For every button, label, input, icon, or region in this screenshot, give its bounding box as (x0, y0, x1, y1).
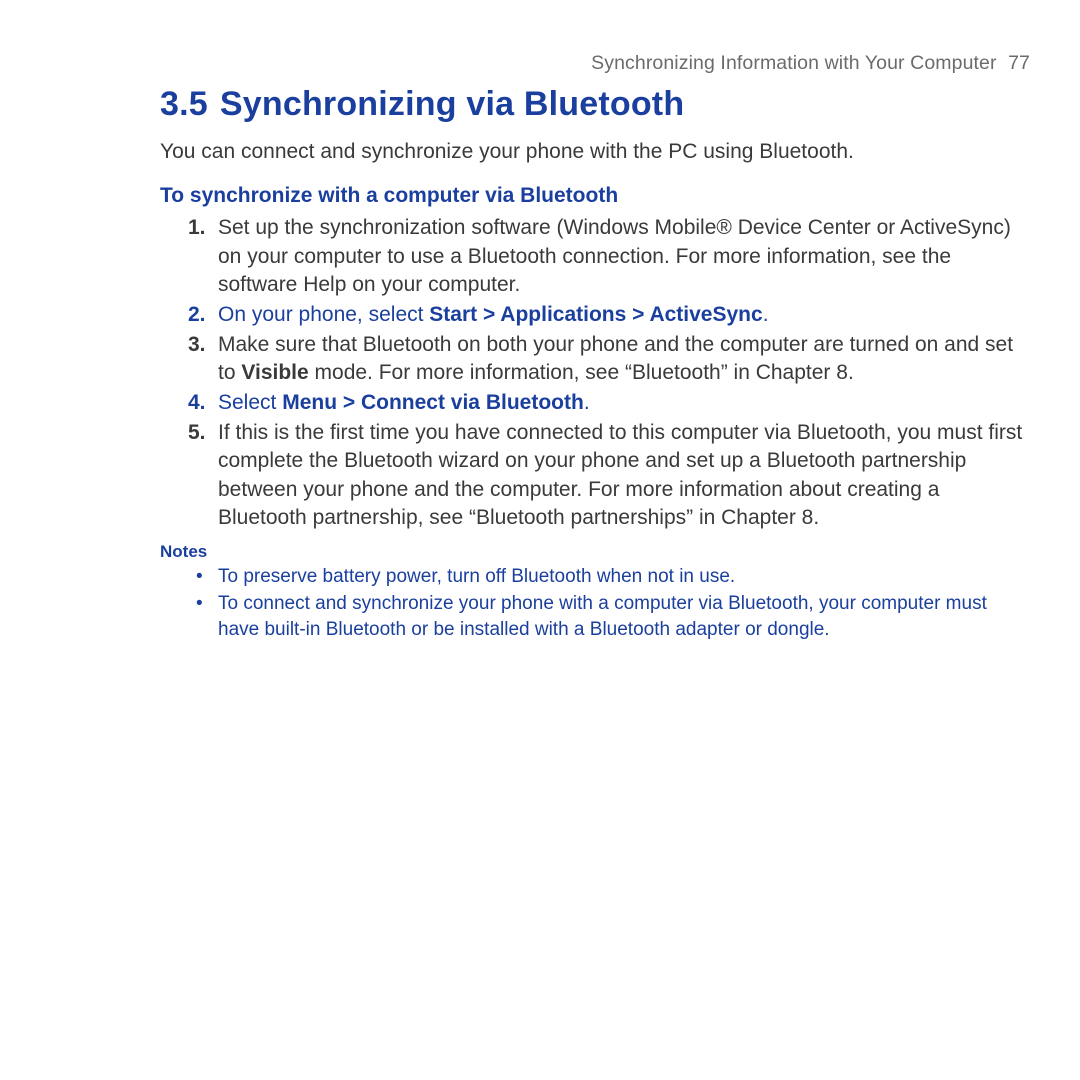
step-4: 4. Select Menu > Connect via Bluetooth. (218, 389, 1030, 417)
notes-heading: Notes (160, 542, 1030, 562)
step-text-pre: Select (218, 391, 282, 414)
step-text-bold: Menu > Connect via Bluetooth (282, 391, 584, 414)
step-marker: 5. (188, 419, 206, 447)
step-text-bold: Start > Applications > ActiveSync (429, 303, 762, 326)
step-text-post: mode. For more information, see “Bluetoo… (309, 361, 854, 384)
step-text-post: . (763, 303, 769, 326)
section-intro: You can connect and synchronize your pho… (160, 138, 1030, 166)
step-text-bold: Visible (241, 361, 308, 384)
step-5: 5. If this is the first time you have co… (218, 419, 1030, 532)
notes-list: To preserve battery power, turn off Blue… (160, 564, 1030, 643)
step-2: 2. On your phone, select Start > Applica… (218, 301, 1030, 329)
section-number: 3.5 (160, 85, 208, 123)
step-marker: 3. (188, 331, 206, 359)
step-text-pre: On your phone, select (218, 303, 429, 326)
step-1: 1. Set up the synchronization software (… (218, 214, 1030, 298)
section-heading: 3.5 Synchronizing via Bluetooth (160, 85, 1030, 124)
step-text: Set up the synchronization software (Win… (218, 216, 1011, 295)
step-3: 3. Make sure that Bluetooth on both your… (218, 331, 1030, 387)
document-page: Synchronizing Information with Your Comp… (0, 0, 1080, 643)
step-marker: 2. (188, 301, 206, 329)
section-title-text: Synchronizing via Bluetooth (220, 85, 684, 123)
running-header: Synchronizing Information with Your Comp… (160, 52, 1030, 75)
procedure-steps: 1. Set up the synchronization software (… (160, 214, 1030, 531)
step-text: If this is the first time you have conne… (218, 421, 1022, 528)
page-number: 77 (1008, 52, 1030, 74)
step-marker: 1. (188, 214, 206, 242)
step-marker: 4. (188, 389, 206, 417)
note-item: To connect and synchronize your phone wi… (218, 591, 1030, 642)
running-title: Synchronizing Information with Your Comp… (591, 52, 996, 74)
step-text-post: . (584, 391, 590, 414)
note-item: To preserve battery power, turn off Blue… (218, 564, 1030, 590)
procedure-heading: To synchronize with a computer via Bluet… (160, 184, 1030, 208)
